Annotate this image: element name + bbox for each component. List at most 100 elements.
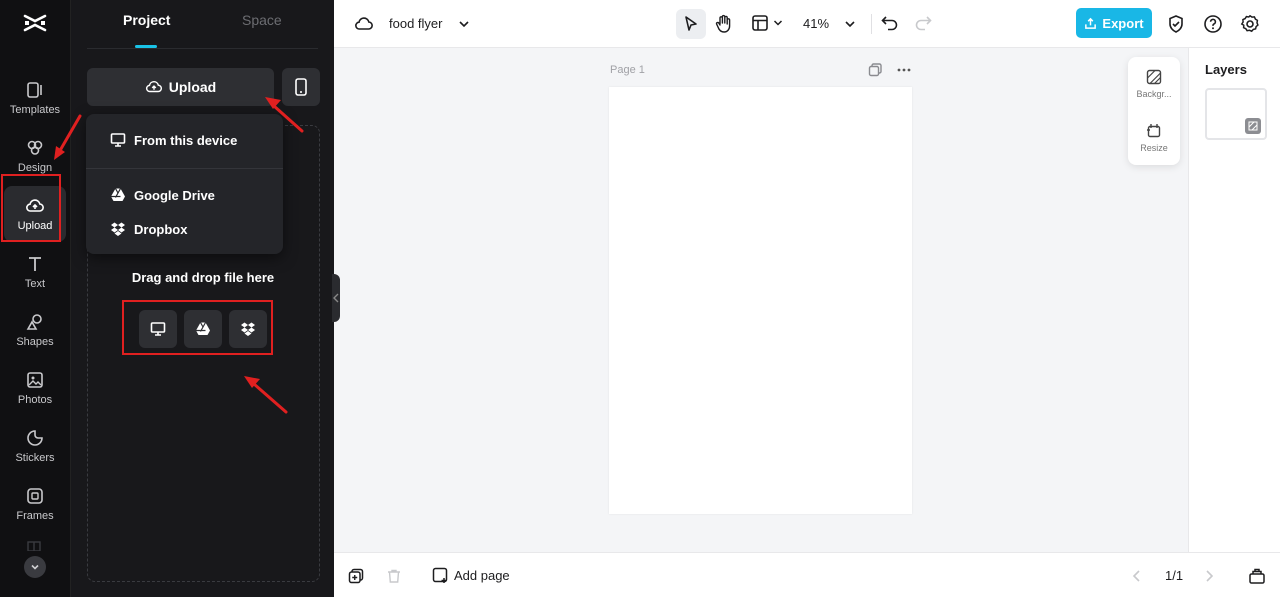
stickers-icon bbox=[27, 430, 43, 446]
rail-label-photos: Photos bbox=[17, 394, 53, 406]
duplicate-page-icon[interactable] bbox=[868, 63, 884, 77]
menu-divider bbox=[86, 168, 283, 169]
background-tool[interactable]: Backgr... bbox=[1128, 69, 1180, 99]
apps-icon bbox=[27, 541, 41, 551]
rail-label-design: Design bbox=[17, 162, 53, 174]
upload-dropbox-button[interactable] bbox=[229, 310, 267, 348]
zoom-dropdown-chevron-icon[interactable] bbox=[844, 18, 856, 30]
export-button-label: Export bbox=[1102, 15, 1144, 31]
layers-title: Layers bbox=[1205, 62, 1247, 77]
rail-label-frames: Frames bbox=[16, 510, 54, 522]
rail-label-stickers: Stickers bbox=[15, 452, 55, 464]
cloud-sync-icon[interactable] bbox=[354, 14, 374, 34]
layer-thumbnail[interactable] bbox=[1205, 88, 1267, 140]
menu-item-google-drive-label: Google Drive bbox=[134, 187, 215, 203]
frames-icon bbox=[27, 488, 43, 504]
panel-divider bbox=[87, 48, 318, 49]
export-icon bbox=[1085, 17, 1097, 29]
google-drive-icon bbox=[111, 188, 125, 201]
select-pointer-icon[interactable] bbox=[683, 15, 699, 33]
rail-item-frames[interactable]: Frames bbox=[4, 476, 66, 532]
background-layer-icon bbox=[1245, 118, 1261, 134]
design-icon bbox=[27, 140, 43, 155]
background-tool-label: Backgr... bbox=[1136, 89, 1172, 99]
shield-icon[interactable] bbox=[1167, 14, 1185, 34]
rail-more-button[interactable] bbox=[24, 556, 46, 578]
more-options-icon[interactable] bbox=[896, 63, 912, 77]
upload-button[interactable]: Upload bbox=[87, 68, 274, 106]
upload-cloud-icon bbox=[26, 199, 44, 212]
drag-drop-text: Drag and drop file here bbox=[131, 270, 275, 285]
zoom-level[interactable]: 41% bbox=[803, 16, 829, 31]
menu-item-google-drive[interactable]: Google Drive bbox=[86, 180, 283, 210]
help-icon[interactable] bbox=[1203, 14, 1223, 34]
resize-tool[interactable]: Resize bbox=[1128, 123, 1180, 153]
capcut-logo-icon[interactable] bbox=[22, 10, 48, 36]
templates-icon bbox=[27, 82, 42, 98]
shapes-icon bbox=[26, 314, 42, 330]
undo-icon[interactable] bbox=[881, 15, 899, 31]
rail-item-stickers[interactable]: Stickers bbox=[4, 418, 66, 474]
layout-dropdown-chevron-icon[interactable] bbox=[773, 18, 783, 28]
layout-grid-icon[interactable] bbox=[751, 14, 769, 32]
menu-item-from-device[interactable]: From this device bbox=[86, 125, 283, 155]
page-indicator: 1/1 bbox=[1165, 568, 1184, 583]
rail-label-shapes: Shapes bbox=[16, 336, 54, 348]
floating-tools: Backgr... Resize bbox=[1128, 57, 1180, 165]
monitor-icon bbox=[110, 133, 126, 147]
add-page-icon bbox=[432, 567, 448, 583]
rail-item-upload[interactable]: Upload bbox=[4, 186, 66, 242]
redo-icon[interactable] bbox=[914, 15, 932, 31]
resize-icon bbox=[1147, 124, 1161, 138]
settings-gear-icon[interactable] bbox=[1240, 14, 1260, 34]
tab-space[interactable]: Space bbox=[242, 12, 282, 28]
export-button[interactable]: Export bbox=[1076, 8, 1152, 38]
page-manager-icon[interactable] bbox=[1248, 567, 1266, 585]
toolbar-divider bbox=[871, 14, 872, 34]
upload-button-label: Upload bbox=[168, 79, 217, 95]
resize-tool-label: Resize bbox=[1140, 143, 1168, 153]
upload-device-button[interactable] bbox=[139, 310, 177, 348]
rail-label-upload: Upload bbox=[17, 220, 53, 232]
menu-item-from-device-label: From this device bbox=[134, 132, 238, 148]
rail-item-templates[interactable]: Templates bbox=[4, 70, 66, 126]
dropbox-icon bbox=[111, 222, 125, 236]
document-title[interactable]: food flyer bbox=[389, 16, 442, 31]
phone-icon bbox=[295, 78, 307, 96]
dropbox-icon bbox=[241, 322, 255, 336]
title-dropdown-chevron-icon[interactable] bbox=[458, 18, 470, 30]
rail-item-design[interactable]: Design bbox=[4, 128, 66, 184]
rail-item-shapes[interactable]: Shapes bbox=[4, 302, 66, 358]
top-toolbar: food flyer 41% Export bbox=[334, 0, 1280, 48]
menu-item-dropbox-label: Dropbox bbox=[134, 221, 188, 237]
photos-icon bbox=[27, 372, 43, 388]
rail-label-text: Text bbox=[24, 278, 46, 290]
upload-source-menu: From this device Google Drive Dropbox bbox=[86, 114, 283, 254]
layers-panel: Layers bbox=[1188, 48, 1280, 552]
next-page-chevron-icon[interactable] bbox=[1204, 569, 1214, 583]
chevron-down-icon bbox=[31, 564, 39, 570]
rail-item-text[interactable]: Text bbox=[4, 244, 66, 300]
delete-trash-icon[interactable] bbox=[386, 568, 402, 584]
duplicate-page-icon[interactable] bbox=[348, 568, 364, 584]
monitor-icon bbox=[150, 322, 166, 336]
tab-project[interactable]: Project bbox=[123, 12, 170, 28]
upload-cloud-icon bbox=[145, 81, 162, 93]
google-drive-icon bbox=[196, 322, 210, 335]
hand-pan-icon[interactable] bbox=[715, 14, 733, 34]
panel-collapse-handle[interactable] bbox=[332, 274, 340, 322]
add-page-label: Add page bbox=[454, 568, 510, 583]
text-icon bbox=[29, 257, 41, 271]
left-rail: Templates Design Upload Text Shapes Phot… bbox=[0, 0, 70, 597]
upload-google-drive-button[interactable] bbox=[184, 310, 222, 348]
upload-panel: Project Space Upload Drag and drop file … bbox=[70, 0, 334, 597]
design-page-canvas[interactable] bbox=[609, 87, 912, 514]
upload-from-phone-button[interactable] bbox=[282, 68, 320, 106]
add-page-button[interactable]: Add page bbox=[432, 567, 510, 584]
rail-label-templates: Templates bbox=[9, 104, 61, 116]
previous-page-chevron-icon[interactable] bbox=[1132, 569, 1142, 583]
background-icon bbox=[1146, 69, 1162, 85]
menu-item-dropbox[interactable]: Dropbox bbox=[86, 214, 283, 244]
page-label: Page 1 bbox=[610, 64, 645, 76]
rail-item-photos[interactable]: Photos bbox=[4, 360, 66, 416]
